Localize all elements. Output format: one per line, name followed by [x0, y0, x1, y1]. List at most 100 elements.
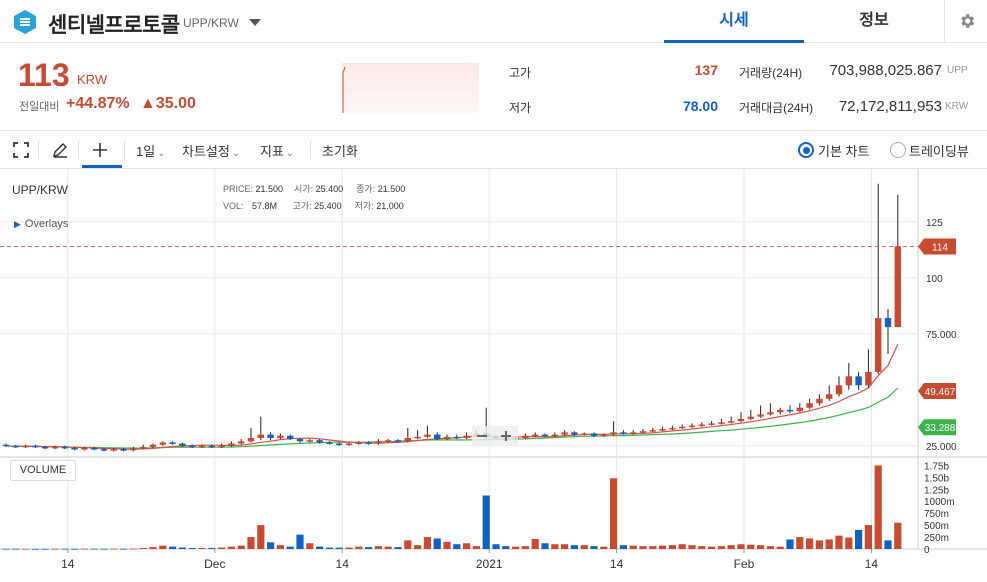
volume-bar — [139, 548, 147, 549]
settings-button[interactable] — [944, 0, 987, 43]
y-tick-label: 100 — [926, 274, 943, 285]
candle-body — [424, 434, 431, 437]
candle-body — [522, 435, 529, 438]
toolbar-divider — [124, 141, 125, 159]
indicators-dropdown[interactable]: 지표 ⌄ — [260, 141, 294, 160]
volume-tick-label: 1.75b — [924, 461, 949, 472]
volume-bar — [374, 546, 382, 549]
candle-body — [875, 318, 882, 372]
candle-body — [394, 440, 402, 442]
volume-bar — [766, 546, 774, 549]
candlestick-chart[interactable]: 14 Dec 14 2021 14 Feb 14 125 100 75.000 25.000 1.75… — [0, 169, 987, 582]
candle-body — [884, 318, 892, 328]
candle-body — [463, 435, 470, 438]
volume-bar — [433, 538, 441, 549]
interval-dropdown[interactable]: 1일 ⌄ — [136, 141, 166, 160]
candle-body — [179, 443, 186, 446]
candle-body — [786, 409, 794, 412]
volume-bar — [71, 548, 79, 550]
candle-body — [326, 442, 333, 444]
volume-bar — [394, 547, 402, 549]
tab-info[interactable]: 정보 — [804, 0, 944, 43]
candle-body — [639, 431, 647, 433]
candle-body — [688, 425, 696, 428]
candle-body — [365, 442, 372, 444]
candle-body — [2, 444, 10, 447]
radio-basic-chart-label[interactable]: 기본 차트 — [818, 141, 869, 160]
reset-button[interactable]: 초기화 — [322, 141, 358, 160]
candle-body — [120, 449, 127, 451]
volume-bar — [502, 546, 510, 549]
tab-quote[interactable]: 시세 — [664, 0, 804, 43]
candle-body — [100, 449, 108, 451]
volume-bar — [570, 545, 578, 549]
volume-tick-label: 750m — [924, 509, 949, 520]
price-tag-label: 49.467 — [925, 387, 956, 398]
low-value: 78.00 — [682, 98, 718, 114]
chart-toolbar: 1일 ⌄ 차트설정 ⌄ 지표 ⌄ 초기화 기본 차트 트레이딩뷰 — [0, 131, 987, 169]
volume-bar — [169, 546, 177, 549]
y-tick-label: 125 — [926, 218, 943, 229]
volume-bar — [561, 544, 569, 549]
ohlc-readout: PRICE: 21.500 시가: 25.400 종가: 21.500 VOL:… — [223, 184, 406, 211]
volume-tick-label: 1.50b — [924, 473, 949, 484]
candle-body — [541, 434, 549, 437]
volume-tick-label: 1000m — [924, 497, 955, 508]
candle-body — [189, 445, 196, 448]
candle-body — [590, 433, 598, 436]
candle-body — [385, 440, 392, 442]
radio-basic-chart[interactable] — [798, 142, 814, 158]
candle-body — [61, 446, 68, 449]
candle-body — [149, 444, 157, 447]
volume-bar — [629, 545, 637, 549]
volume-bar — [678, 544, 686, 549]
pencil-icon[interactable] — [50, 140, 70, 160]
volume-bar — [864, 525, 872, 549]
candle-body — [277, 435, 284, 438]
volume-bar — [698, 546, 706, 549]
candle-body — [257, 434, 264, 438]
candle-body — [796, 407, 803, 412]
volume-bar — [590, 546, 598, 549]
volume-bar — [51, 548, 59, 550]
candle-body — [110, 449, 117, 451]
volume-bar — [325, 547, 333, 549]
volume-bar — [610, 478, 618, 549]
volume-bar — [237, 545, 245, 549]
volume-bar — [580, 545, 588, 549]
zoom-control[interactable] — [472, 426, 518, 446]
candle-body — [42, 446, 49, 449]
candle-body — [620, 432, 627, 434]
candle-body — [728, 421, 735, 423]
low-label: 저가 — [509, 101, 532, 115]
x-tick-label: 14 — [865, 557, 879, 571]
volume-bar — [825, 539, 833, 549]
candle-body — [767, 412, 774, 415]
volume-bar — [2, 548, 10, 550]
candle-body — [532, 434, 539, 437]
price-chart[interactable]: 14 Dec 14 2021 14 Feb 14 125 100 75.000 25.000 1.75… — [0, 169, 987, 582]
candle-body — [610, 432, 617, 435]
volume-bar — [747, 544, 755, 549]
mini-price-chart — [342, 63, 479, 113]
volume-bar — [796, 537, 804, 549]
ma-long-line — [5, 387, 899, 449]
volume-bar — [600, 546, 608, 549]
volume-bar — [110, 548, 118, 550]
volume-bar — [306, 543, 314, 549]
chart-settings-dropdown[interactable]: 차트설정 ⌄ — [182, 141, 240, 160]
crosshair-icon[interactable] — [90, 140, 110, 160]
x-tick-label: 14 — [610, 557, 624, 571]
candle-body — [434, 434, 441, 440]
radio-trading-view[interactable] — [890, 142, 906, 158]
radio-trading-view-label[interactable]: 트레이딩뷰 — [909, 141, 969, 160]
overlays-toggle[interactable]: ▶ Overlays — [14, 218, 68, 230]
fullscreen-icon[interactable] — [11, 140, 31, 160]
candle-body — [208, 445, 215, 448]
candle-body — [845, 376, 852, 386]
price-tag-label: 33.288 — [925, 423, 956, 434]
volume-bar — [649, 546, 657, 549]
chevron-down-icon[interactable] — [246, 15, 264, 29]
volume-bar — [100, 548, 108, 550]
candle-body — [375, 441, 382, 444]
